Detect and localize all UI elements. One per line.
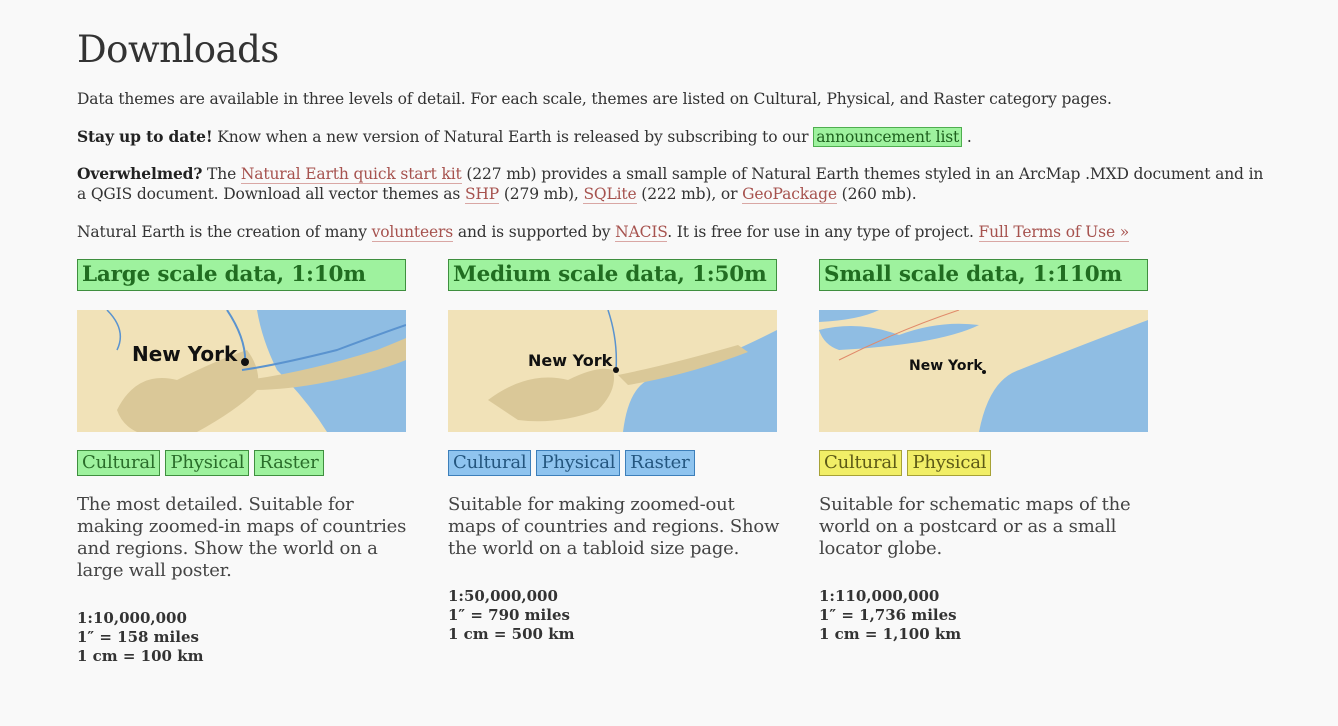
credits-text: Natural Earth is the creation of many vo… <box>77 222 1277 242</box>
map-label-new-york: New York <box>909 358 983 374</box>
large-scale-map-image[interactable]: New York <box>77 310 406 432</box>
large-scale-column: Large scale data, 1:10m New York Cultura… <box>77 259 406 665</box>
small-scale-ratio: 1:110,000,000 1″ = 1,736 miles 1 cm = 1,… <box>819 587 961 644</box>
large-scale-description: The most detailed. Suitable for making z… <box>77 494 407 581</box>
medium-cultural-tag[interactable]: Cultural <box>448 450 532 476</box>
credits-t3: . It is free for use in any type of proj… <box>667 223 979 241</box>
small-scale-map-image[interactable]: New York <box>819 310 1148 432</box>
announcement-list-link[interactable]: announcement list <box>813 127 963 147</box>
volunteers-link[interactable]: volunteers <box>371 223 453 242</box>
map-label-new-york: New York <box>132 342 238 366</box>
medium-raster-tag[interactable]: Raster <box>625 450 695 476</box>
overwhelmed-text: Overwhelmed? The Natural Earth quick sta… <box>77 164 1277 204</box>
medium-scale-column: Medium scale data, 1:50m New York Cultur… <box>448 259 779 643</box>
map-label-new-york: New York <box>528 351 613 370</box>
scale-line: 1 cm = 1,100 km <box>819 625 962 643</box>
large-raster-tag[interactable]: Raster <box>254 450 324 476</box>
scale-line: 1 cm = 100 km <box>77 647 204 665</box>
sqlite-link[interactable]: SQLite <box>583 185 637 204</box>
medium-scale-tags: Cultural Physical Raster <box>448 450 700 476</box>
medium-scale-description: Suitable for making zoomed-out maps of c… <box>448 494 780 559</box>
scale-line: 1:110,000,000 <box>819 587 940 605</box>
intro-text: Data themes are available in three level… <box>77 89 1277 109</box>
medium-scale-ratio: 1:50,000,000 1″ = 790 miles 1 cm = 500 k… <box>448 587 574 644</box>
scale-line: 1″ = 790 miles <box>448 606 570 624</box>
scale-line: 1:10,000,000 <box>77 609 187 627</box>
large-cultural-tag[interactable]: Cultural <box>77 450 161 476</box>
overwhelmed-t1: The <box>202 165 241 183</box>
small-scale-column: Small scale data, 1:110m New York Cultur… <box>819 259 1148 643</box>
small-scale-description: Suitable for schematic maps of the world… <box>819 494 1131 559</box>
credits-t2: and is supported by <box>453 223 616 241</box>
stay-up-to-date-text: Stay up to date! Know when a new version… <box>77 127 1277 147</box>
scale-line: 1″ = 158 miles <box>77 628 199 646</box>
intro-text-content: Data themes are available in three level… <box>77 90 1112 108</box>
geopackage-link[interactable]: GeoPackage <box>742 185 837 204</box>
scale-line: 1 cm = 500 km <box>448 625 575 643</box>
large-scale-title-link[interactable]: Large scale data, 1:10m <box>77 259 406 291</box>
scale-line: 1″ = 1,736 miles <box>819 606 957 624</box>
small-scale-tags: Cultural Physical <box>819 450 996 476</box>
medium-scale-title-link[interactable]: Medium scale data, 1:50m <box>448 259 777 291</box>
page-title: Downloads <box>77 28 279 71</box>
full-terms-link[interactable]: Full Terms of Use » <box>978 223 1129 242</box>
large-scale-ratio: 1:10,000,000 1″ = 158 miles 1 cm = 100 k… <box>77 609 203 666</box>
overwhelmed-bold: Overwhelmed? <box>77 164 203 183</box>
credits-t1: Natural Earth is the creation of many <box>77 223 372 241</box>
nacis-link[interactable]: NACIS <box>615 223 667 242</box>
medium-scale-map-image[interactable]: New York <box>448 310 777 432</box>
small-scale-title-link[interactable]: Small scale data, 1:110m <box>819 259 1148 291</box>
shp-link[interactable]: SHP <box>464 185 499 204</box>
small-physical-tag[interactable]: Physical <box>907 450 992 476</box>
small-cultural-tag[interactable]: Cultural <box>819 450 903 476</box>
large-physical-tag[interactable]: Physical <box>165 450 250 476</box>
large-scale-tags: Cultural Physical Raster <box>77 450 329 476</box>
overwhelmed-t5: (260 mb). <box>836 185 917 203</box>
stay-end: . <box>962 128 972 146</box>
stay-body: Know when a new version of Natural Earth… <box>212 128 814 146</box>
overwhelmed-t4: (222 mb), or <box>636 185 743 203</box>
quick-start-kit-link[interactable]: Natural Earth quick start kit <box>240 165 462 184</box>
medium-physical-tag[interactable]: Physical <box>536 450 621 476</box>
stay-bold: Stay up to date! <box>77 127 213 146</box>
scale-line: 1:50,000,000 <box>448 587 558 605</box>
overwhelmed-t3: (279 mb), <box>499 185 584 203</box>
